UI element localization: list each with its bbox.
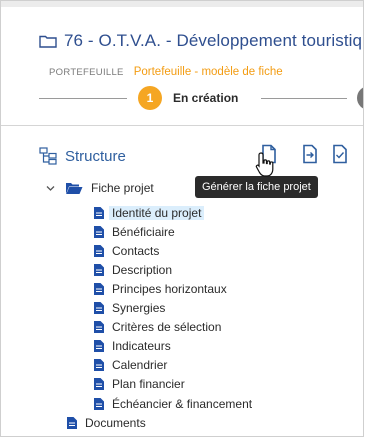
tree-item-label: Plan financier — [112, 377, 185, 391]
tree-item-indicateurs[interactable]: Indicateurs — [94, 339, 171, 353]
tree-item-principes-horizontaux[interactable]: Principes horizontaux — [94, 282, 227, 296]
tree-node-label: Documents — [85, 416, 146, 430]
breadcrumb-parent[interactable]: PORTEFEUILLE — [49, 67, 124, 78]
tree-item-label: Échéancier & financement — [112, 397, 253, 411]
tree-item-description[interactable]: Description — [94, 263, 172, 277]
workflow-stepper: 1 En création — [39, 86, 363, 112]
document-icon — [94, 264, 104, 276]
tree-item-label: Principes horizontaux — [112, 282, 227, 296]
document-icon — [67, 417, 77, 429]
document-icon — [94, 226, 104, 238]
tree-item-label: Identité du projet — [109, 206, 205, 220]
tree-item-calendrier[interactable]: Calendrier — [94, 358, 167, 372]
step-line-right — [261, 98, 347, 99]
tree-item-label: Description — [112, 263, 173, 277]
tree-item-label: Calendrier — [112, 358, 168, 372]
document-icon — [94, 207, 104, 219]
tree-item-echeancier-financement[interactable]: Échéancier & financement — [94, 397, 252, 411]
breadcrumb-current[interactable]: Portefeuille - modèle de fiche — [134, 66, 283, 78]
next-step-badge[interactable] — [357, 86, 363, 110]
hand-cursor-icon — [255, 152, 274, 177]
tree-node-label: Fiche projet — [91, 181, 154, 195]
breadcrumb: PORTEFEUILLE Portefeuille - modèle de fi… — [49, 66, 283, 78]
step-badge[interactable]: 1 — [138, 86, 162, 110]
document-icon — [94, 359, 104, 371]
tree-node-fiche-projet[interactable]: Fiche projet — [65, 181, 154, 195]
tree-structure-icon — [39, 147, 57, 165]
tree-item-synergies[interactable]: Synergies — [94, 301, 165, 315]
folder-icon — [39, 35, 57, 48]
title-row: 76 - O.T.V.A. - Développement touristiq — [39, 31, 362, 51]
tree-item-label: Contacts — [112, 244, 160, 258]
tree-item-identite-projet[interactable]: Identité du projet — [94, 206, 205, 220]
document-icon — [94, 283, 104, 295]
page-title: 76 - O.T.V.A. - Développement touristiq — [64, 31, 363, 50]
tree-item-label: Critères de sélection — [112, 320, 222, 334]
step-label: En création — [173, 91, 239, 105]
header-divider — [1, 125, 363, 126]
structure-header: Structure — [39, 147, 126, 165]
document-icon — [94, 321, 104, 333]
chevron-down-icon[interactable] — [46, 184, 55, 193]
tree-item-beneficiaire[interactable]: Bénéficiaire — [94, 225, 175, 239]
document-icon — [94, 340, 104, 352]
tree-item-label: Bénéficiaire — [112, 225, 175, 239]
tree-item-plan-financier[interactable]: Plan financier — [94, 377, 185, 391]
document-icon — [94, 245, 104, 257]
step-line-left — [39, 98, 127, 99]
structure-title: Structure — [65, 147, 126, 165]
tree-node-documents[interactable]: Documents — [67, 416, 146, 430]
tree-item-label: Indicateurs — [112, 339, 171, 353]
import-document-icon[interactable] — [301, 144, 319, 164]
tree-item-criteres-selection[interactable]: Critères de sélection — [94, 320, 221, 334]
document-icon — [94, 378, 104, 390]
folder-open-icon — [66, 182, 83, 194]
document-icon — [94, 398, 104, 410]
app-window: 76 - O.T.V.A. - Développement touristiq … — [0, 0, 364, 437]
document-icon — [94, 302, 104, 314]
tree-item-contacts[interactable]: Contacts — [94, 244, 159, 258]
validate-document-icon[interactable] — [331, 144, 349, 164]
tree-item-label: Synergies — [112, 301, 166, 315]
tooltip-generate: Générer la fiche projet — [195, 176, 318, 198]
